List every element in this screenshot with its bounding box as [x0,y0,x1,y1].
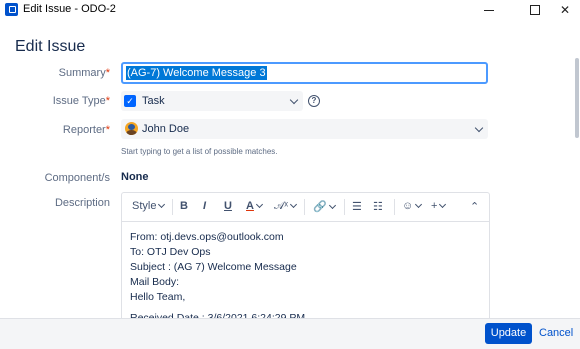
more-formatting-button[interactable]: 𝒜ˣ [274,200,298,213]
description-label: Description [54,197,110,209]
reporter-select[interactable]: John Doe [121,119,488,139]
summary-label: Summary* [58,67,110,79]
jira-app-icon [5,3,18,16]
format-icon: 𝒜ˣ [274,200,289,212]
plus-icon: + [431,200,438,212]
description-line: To: OTJ Dev Ops [130,246,211,258]
style-dropdown[interactable]: Style [132,200,166,212]
chevron-double-up-icon: ⌃ [470,201,480,213]
link-button[interactable]: 🔗 [313,200,336,213]
close-icon: ✕ [559,3,571,17]
scrollbar[interactable] [574,20,580,318]
window-titlebar: Edit Issue - ODO-2 ✕ [0,0,580,20]
minimize-icon [484,9,494,11]
chevron-down-icon [289,95,299,105]
scroll-thumb[interactable] [575,58,579,138]
bullet-list-button[interactable]: ☰ [352,200,362,213]
link-icon: 🔗 [313,201,327,213]
close-button[interactable]: ✕ [548,0,580,20]
summary-value: (AG-7) Welcome Message 3 [126,66,267,80]
task-icon: ✓ [124,95,136,107]
description-line: From: otj.devs.ops@outlook.com [130,231,284,243]
italic-button[interactable]: I [203,200,206,212]
issue-type-value: Task [142,95,165,107]
components-label: Component/s [44,172,110,184]
numbered-list-icon: ☷ [373,201,383,213]
summary-input[interactable]: (AG-7) Welcome Message 3 [121,62,488,84]
avatar [125,122,138,135]
maximize-icon [530,5,540,15]
components-value[interactable]: None [121,171,149,183]
issue-type-label: Issue Type* [52,95,110,107]
bullet-list-icon: ☰ [352,201,362,213]
description-editor[interactable]: Style B I U A 𝒜ˣ 🔗 ☰ ☷ ☺ + ⌃ From: otj.d… [121,192,490,329]
editor-toolbar: Style B I U A 𝒜ˣ 🔗 ☰ ☷ ☺ + ⌃ [122,193,489,222]
maximize-button[interactable] [518,0,552,20]
underline-button[interactable]: U [224,200,232,212]
chevron-down-icon [474,123,484,133]
reporter-value: John Doe [142,123,190,135]
description-line: Hello Team, [130,291,186,303]
update-button[interactable]: Update [485,323,532,344]
issue-type-select[interactable]: ✓ Task [121,91,303,111]
emoji-icon: ☺ [402,200,414,212]
insert-button[interactable]: + [431,200,447,212]
reporter-hint: Start typing to get a list of possible m… [121,147,278,156]
cancel-button[interactable]: Cancel [539,327,573,339]
description-line: Subject : (AG 7) Welcome Message [130,261,297,273]
dialog-title: Edit Issue [15,38,86,55]
emoji-button[interactable]: ☺ [402,200,423,212]
help-icon[interactable]: ? [308,95,320,107]
window-title: Edit Issue - ODO-2 [23,3,116,15]
reporter-label: Reporter* [62,124,110,136]
collapse-toolbar-button[interactable]: ⌃ [470,200,479,213]
description-body[interactable]: From: otj.devs.ops@outlook.com To: OTJ D… [130,230,305,326]
numbered-list-button[interactable]: ☷ [373,200,383,213]
text-color-button[interactable]: A [246,200,263,212]
bold-button[interactable]: B [180,200,188,212]
description-line: Mail Body: [130,276,180,288]
minimize-button[interactable] [472,0,506,20]
